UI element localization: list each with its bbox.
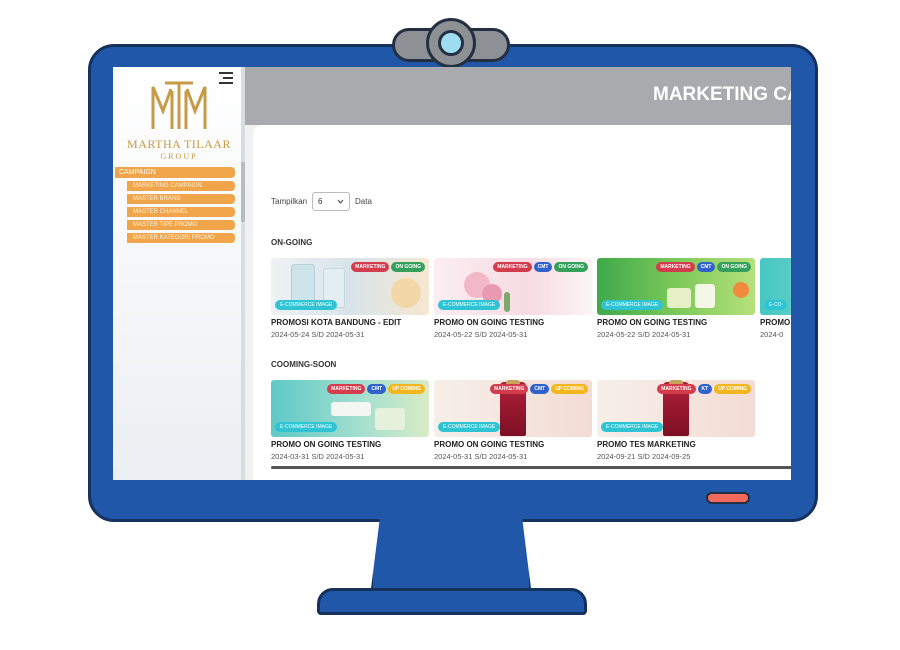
sidebar-scroll-thumb[interactable]: [241, 162, 245, 222]
type-badge: E-COMMERCE IMAGE: [601, 422, 664, 432]
page-title: MARKETING CA: [653, 84, 791, 105]
type-badge: E-COMMERCE IMAGE: [275, 422, 338, 432]
section-title-ongoing: ON-GOING: [271, 238, 313, 247]
campaign-card[interactable]: MARKETING ON GOING E-COMMERCE IMAGE PROM…: [271, 258, 429, 339]
campaign-card[interactable]: MARKETING KT UP COMING E-COMMERCE IMAGE …: [597, 380, 755, 461]
status-badge: MARKETING: [351, 262, 390, 272]
card-image: E-CO: [760, 258, 791, 315]
status-badge: ON GOING: [554, 262, 588, 272]
card-image: MARKETING ON GOING E-COMMERCE IMAGE: [271, 258, 429, 315]
card-date: 2024-05-24 S/D 2024-05-31: [271, 330, 365, 339]
page-size-value: 6: [318, 197, 323, 206]
card-date: 2024-05-22 S/D 2024-05-31: [434, 330, 528, 339]
status-badge: UP COMING: [388, 384, 425, 394]
card-date: 2024-05-31 S/D 2024-05-31: [434, 452, 528, 461]
status-badge: UP COMING: [551, 384, 588, 394]
monitor-base: [317, 588, 587, 615]
nav-item-master-kategori-promo[interactable]: MASTER KATEGORI PROMO: [127, 233, 235, 243]
campaign-card[interactable]: MARKETING CMT UP COMING E-COMMERCE IMAGE…: [434, 380, 592, 461]
sidebar-scrollbar[interactable]: [241, 67, 245, 480]
card-image: MARKETING CMT UP COMING E-COMMERCE IMAGE: [434, 380, 592, 437]
ongoing-card-row: MARKETING ON GOING E-COMMERCE IMAGE PROM…: [271, 258, 791, 339]
nav-item-master-brand[interactable]: MASTER BRAND: [127, 194, 235, 204]
status-badge: CMT: [367, 384, 387, 394]
monitor-neck: [370, 519, 532, 597]
card-date: 2024-05-22 S/D 2024-05-31: [597, 330, 691, 339]
card-title: PROMO: [760, 318, 791, 327]
status-badge: MARKETING: [327, 384, 366, 394]
card-image: MARKETING KT UP COMING E-COMMERCE IMAGE: [597, 380, 755, 437]
campaign-card[interactable]: E-CO PROMO 2024-0: [760, 258, 791, 339]
card-title: PROMOSI KOTA BANDUNG - EDIT: [271, 318, 402, 327]
brand-mark-icon: [151, 81, 207, 129]
type-badge: E-COMMERCE IMAGE: [601, 300, 664, 310]
card-date: 2024-03-31 S/D 2024-05-31: [271, 452, 365, 461]
status-badge: ON GOING: [717, 262, 751, 272]
status-badge: CMT: [533, 262, 553, 272]
monitor-illustration: MARTHA TILAAR GROUP CAMPAIGN MARKETING C…: [0, 0, 900, 650]
campaign-card[interactable]: MARKETING CMT ON GOING E-COMMERCE IMAGE …: [434, 258, 592, 339]
status-badge: CMT: [530, 384, 550, 394]
brand-name: MARTHA TILAAR: [127, 137, 231, 151]
app-screen: MARTHA TILAAR GROUP CAMPAIGN MARKETING C…: [113, 67, 791, 480]
coming-soon-card-row: MARKETING CMT UP COMING E-COMMERCE IMAGE…: [271, 380, 755, 461]
sidebar: MARTHA TILAAR GROUP CAMPAIGN MARKETING C…: [113, 67, 245, 480]
card-image: MARKETING CMT UP COMING E-COMMERCE IMAGE: [271, 380, 429, 437]
brand-group: GROUP: [160, 152, 198, 161]
type-badge: E-CO: [764, 300, 787, 310]
card-badges: MARKETING CMT UP COMING: [490, 384, 588, 394]
card-image: MARKETING CMT ON GOING E-COMMERCE IMAGE: [434, 258, 592, 315]
card-title: PROMO ON GOING TESTING: [271, 440, 382, 449]
nav-section-campaign[interactable]: CAMPAIGN: [115, 167, 235, 178]
status-badge: UP COMING: [714, 384, 751, 394]
card-image: MARKETING CMT ON GOING E-COMMERCE IMAGE: [597, 258, 755, 315]
campaign-card[interactable]: MARKETING CMT ON GOING E-COMMERCE IMAGE …: [597, 258, 755, 339]
campaign-card[interactable]: MARKETING CMT UP COMING E-COMMERCE IMAGE…: [271, 380, 429, 461]
page-size-select[interactable]: 6: [312, 192, 351, 211]
nav-item-marketing-campaign[interactable]: MARKETING CAMPAIGN: [127, 181, 235, 191]
main-content: Tampilkan 6 Data ON-GOING MARKETING ON G…: [253, 125, 791, 480]
card-title: PROMO ON GOING TESTING: [434, 440, 545, 449]
power-led-icon: [706, 492, 750, 504]
status-badge: CMT: [696, 262, 716, 272]
status-badge: ON GOING: [391, 262, 425, 272]
webcam-lens: [438, 30, 464, 56]
nav-item-master-tipe-promo[interactable]: MASTER TIPE PROMO: [127, 220, 235, 230]
page-header: MARKETING CA: [245, 67, 791, 125]
nav-item-master-channel[interactable]: MASTER CHANNEL: [127, 207, 235, 217]
card-title: PROMO ON GOING TESTING: [434, 318, 545, 327]
card-date: 2024-0: [760, 330, 784, 339]
card-badges: MARKETING CMT ON GOING: [656, 262, 751, 272]
status-badge: MARKETING: [493, 262, 532, 272]
section-title-coming-soon: COOMING-SOON: [271, 360, 337, 369]
status-badge: MARKETING: [656, 262, 695, 272]
page-size-control: Tampilkan 6 Data: [271, 192, 372, 211]
horizontal-scrollbar[interactable]: [271, 466, 791, 469]
hamburger-icon[interactable]: [219, 72, 233, 87]
card-badges: MARKETING CMT UP COMING: [327, 384, 425, 394]
card-badges: MARKETING CMT ON GOING: [493, 262, 588, 272]
brand-logo: MARTHA TILAAR GROUP: [121, 77, 237, 161]
status-badge: MARKETING: [490, 384, 529, 394]
card-badges: MARKETING ON GOING: [351, 262, 425, 272]
status-badge: KT: [697, 384, 713, 394]
show-label: Tampilkan: [271, 197, 308, 206]
sidebar-nav: CAMPAIGN MARKETING CAMPAIGN MASTER BRAND…: [115, 167, 235, 246]
card-date: 2024-09-21 S/D 2024-09-25: [597, 452, 691, 461]
type-badge: E-COMMERCE IMAGE: [275, 300, 338, 310]
data-label: Data: [355, 197, 372, 206]
card-title: PROMO TES MARKETING: [597, 440, 696, 449]
card-title: PROMO ON GOING TESTING: [597, 318, 708, 327]
chevron-down-icon: [337, 199, 344, 204]
type-badge: E-COMMERCE IMAGE: [438, 300, 501, 310]
status-badge: MARKETING: [657, 384, 696, 394]
type-badge: E-COMMERCE IMAGE: [438, 422, 501, 432]
card-badges: MARKETING KT UP COMING: [657, 384, 751, 394]
